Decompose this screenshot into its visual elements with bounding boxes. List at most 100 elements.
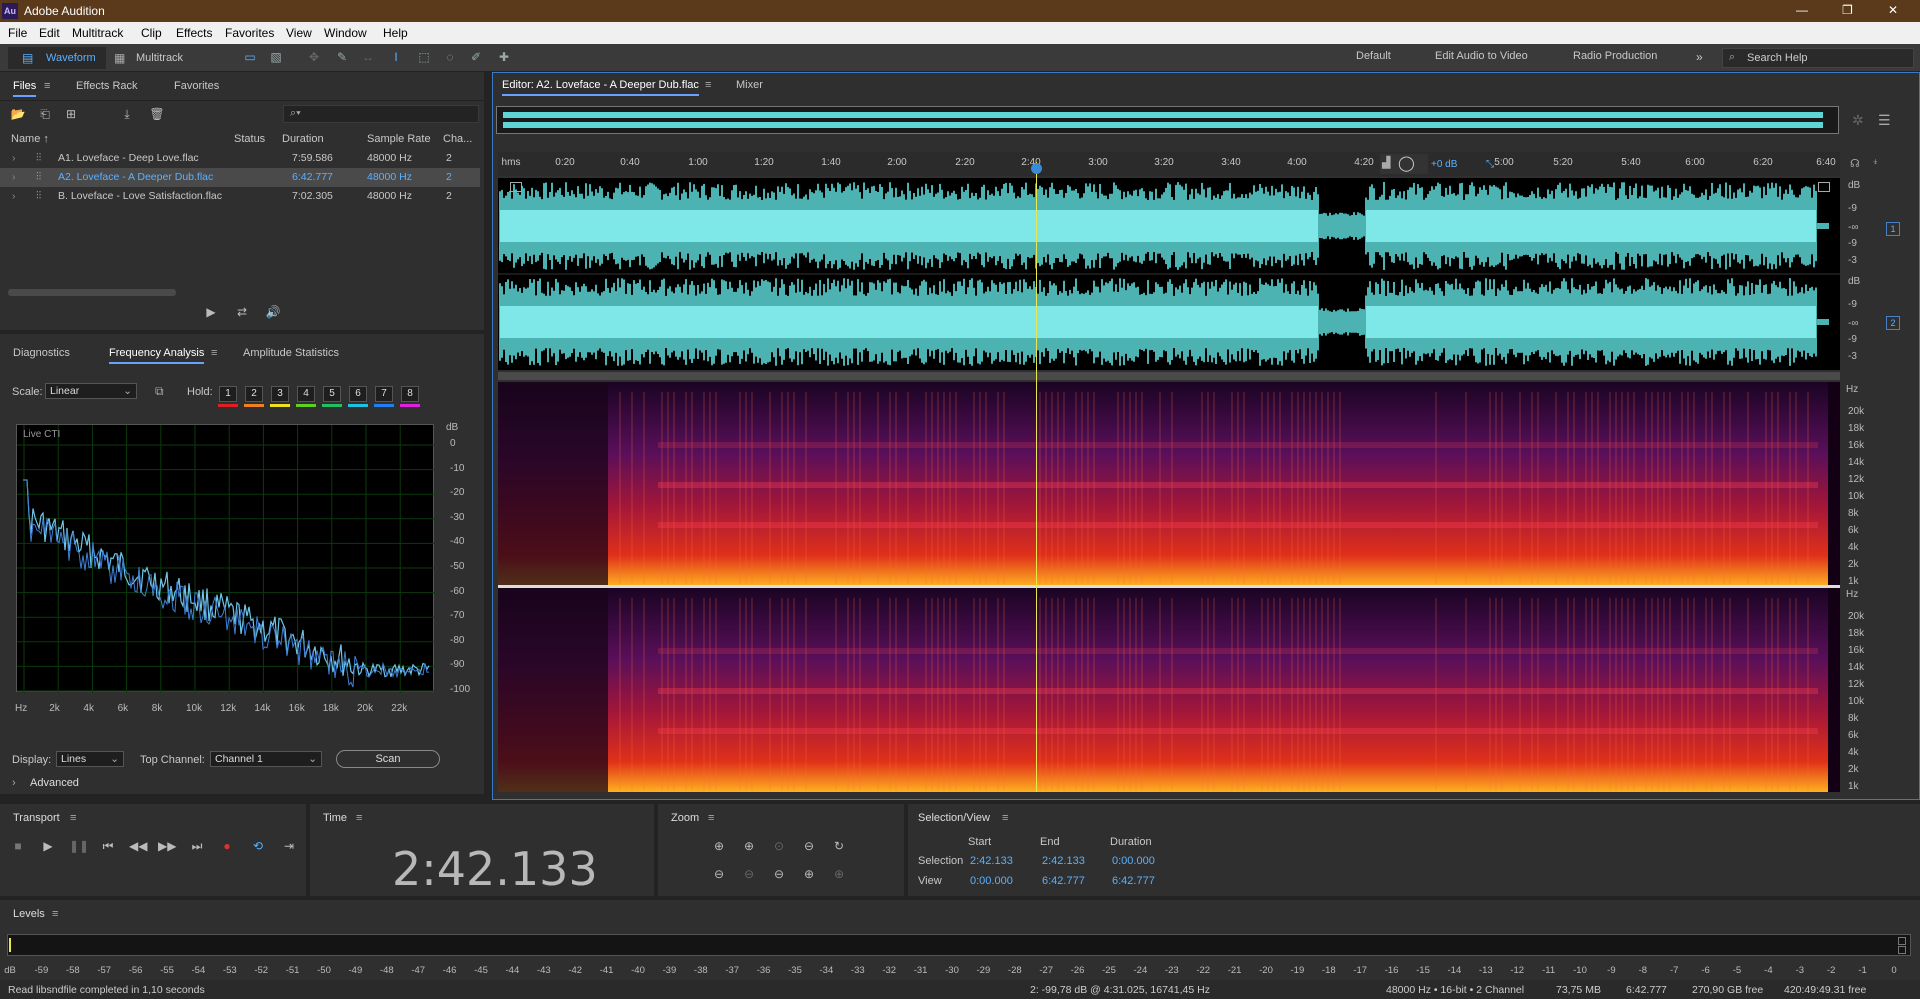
workspace-edit-audio-to-video[interactable]: Edit Audio to Video <box>1435 50 1528 62</box>
time-menu-icon[interactable]: ≡ <box>356 812 362 824</box>
menu-clip[interactable]: Clip <box>141 26 162 40</box>
tab-editor[interactable]: Editor: A2. Loveface - A Deeper Dub.flac <box>502 79 699 96</box>
open-append-icon[interactable]: ⎗ <box>36 106 54 122</box>
preview-loop-icon[interactable]: ⇄ <box>233 304 251 320</box>
column-duration[interactable]: Duration <box>282 133 324 145</box>
zoom-out-time-icon[interactable]: ⊖ <box>740 866 758 882</box>
zoom-in-amplitude-icon[interactable]: ⊕ <box>710 838 728 854</box>
rewind-icon[interactable]: ◀◀ <box>129 838 147 854</box>
go-to-end-icon[interactable]: ⏭ <box>188 838 206 854</box>
levels-menu-icon[interactable]: ≡ <box>52 908 58 920</box>
playhead-handle[interactable] <box>1031 163 1042 174</box>
file-row-selected[interactable]: › ⫶⫶ A2. Loveface - A Deeper Dub.flac 6:… <box>0 168 480 187</box>
open-file-icon[interactable]: 📂 <box>9 106 27 122</box>
tab-favorites[interactable]: Favorites <box>174 80 219 92</box>
selection-end-value[interactable]: 2:42.133 <box>1042 855 1085 867</box>
headphones-icon[interactable]: ☊ <box>1850 157 1860 170</box>
fast-forward-icon[interactable]: ▶▶ <box>158 838 176 854</box>
gain-hud[interactable]: ▟ ◯ <box>1380 154 1428 174</box>
transport-menu-icon[interactable]: ≡ <box>70 812 76 824</box>
waveform-display[interactable] <box>498 178 1840 370</box>
column-status[interactable]: Status <box>234 133 265 145</box>
zoom-navigator-icon[interactable]: ✲ <box>1852 112 1864 129</box>
hold-button-4[interactable]: 4 <box>297 386 315 402</box>
minimize-button[interactable]: — <box>1796 3 1808 17</box>
panel-options-icon[interactable]: ☰ <box>1878 112 1891 129</box>
zoom-in-right-icon[interactable]: ⊕ <box>800 866 818 882</box>
expand-chevron-icon[interactable]: › <box>12 190 16 202</box>
spectral-display[interactable] <box>498 382 1840 792</box>
hold-button-2[interactable]: 2 <box>245 386 263 402</box>
overview-navigator[interactable] <box>496 106 1839 134</box>
loop-icon[interactable]: ⟲ <box>249 838 267 854</box>
menu-effects[interactable]: Effects <box>176 26 212 40</box>
marquee-tool-icon[interactable]: ⬚ <box>416 50 432 64</box>
files-panel-menu-icon[interactable]: ≡ <box>44 80 50 92</box>
tab-effects-rack[interactable]: Effects Rack <box>76 80 138 92</box>
scale-select[interactable]: Linear ⌄ <box>45 383 137 399</box>
menu-multitrack[interactable]: Multitrack <box>72 26 123 40</box>
files-search-input[interactable]: ⌕▾ <box>283 105 479 123</box>
clip-indicator-right[interactable] <box>1898 946 1906 954</box>
hold-button-1[interactable]: 1 <box>219 386 237 402</box>
menu-help[interactable]: Help <box>383 26 408 40</box>
advanced-chevron-icon[interactable]: › <box>12 777 16 789</box>
skip-icon[interactable]: ⇥ <box>280 838 298 854</box>
close-file-icon[interactable]: 🗑 <box>148 106 166 122</box>
column-name[interactable]: Name ↑ <box>11 133 49 145</box>
tab-diagnostics[interactable]: Diagnostics <box>13 347 70 359</box>
gain-knob-icon[interactable]: ◯ <box>1398 154 1415 172</box>
top-channel-select[interactable]: Channel 1 ⌄ <box>210 751 322 767</box>
frequency-graph[interactable]: Live CTI <box>16 424 435 693</box>
hold-button-8[interactable]: 8 <box>401 386 419 402</box>
zoom-out-right-icon[interactable]: ⊕ <box>830 866 848 882</box>
channel-2-toggle[interactable]: 2 <box>1886 316 1900 330</box>
view-start-value[interactable]: 0:00.000 <box>970 875 1013 887</box>
menu-view[interactable]: View <box>286 26 312 40</box>
menu-favorites[interactable]: Favorites <box>225 26 274 40</box>
menu-file[interactable]: File <box>8 26 27 40</box>
go-to-start-icon[interactable]: ⏮ <box>99 838 117 854</box>
expand-icon[interactable] <box>510 182 522 192</box>
spectral-view-icon[interactable]: ▧ <box>268 50 284 64</box>
hold-button-3[interactable]: 3 <box>271 386 289 402</box>
files-horizontal-scrollbar[interactable] <box>8 289 176 296</box>
preview-autoplay-icon[interactable]: 🔊 <box>264 304 282 320</box>
tab-frequency-analysis[interactable]: Frequency Analysis <box>109 347 205 364</box>
preview-play-icon[interactable]: ▶ <box>202 304 220 320</box>
maximize-button[interactable]: ❐ <box>1842 3 1853 17</box>
waveform-button[interactable]: ▤ Waveform <box>8 47 106 69</box>
file-row[interactable]: › ⫶⫶ A1. Loveface - Deep Love.flac 7:59.… <box>0 149 484 168</box>
razor-tool-icon[interactable]: ✎ <box>334 50 350 64</box>
more-workspaces-icon[interactable]: » <box>1696 50 1703 64</box>
selection-start-value[interactable]: 2:42.133 <box>970 855 1013 867</box>
new-file-icon[interactable]: ⊞ <box>62 106 80 122</box>
zoom-in-left-icon[interactable]: ⊖ <box>800 838 818 854</box>
spot-healing-tool-icon[interactable]: ✚ <box>496 50 512 64</box>
multitrack-button[interactable]: ▦ Multitrack <box>112 47 198 69</box>
snap-icon[interactable]: ⤡ <box>1486 159 1494 170</box>
record-icon[interactable]: ● <box>218 838 236 854</box>
search-help-field[interactable]: ⌕ Search Help <box>1722 48 1914 68</box>
editor-menu-icon[interactable]: ≡ <box>705 79 711 91</box>
menu-window[interactable]: Window <box>324 26 367 40</box>
clip-indicator-left[interactable] <box>1898 937 1906 945</box>
workspace-default[interactable]: Default <box>1356 50 1391 62</box>
menu-edit[interactable]: Edit <box>39 26 60 40</box>
zoom-out-amplitude-icon[interactable]: ⊖ <box>710 866 728 882</box>
frequency-panel-menu-icon[interactable]: ≡ <box>211 347 217 359</box>
brush-tool-icon[interactable]: ✐ <box>468 50 484 64</box>
expand-chevron-icon[interactable]: › <box>12 171 16 183</box>
scan-button[interactable]: Scan <box>336 750 440 768</box>
advanced-toggle[interactable]: Advanced <box>30 777 79 789</box>
waveform-view-icon[interactable]: ▭ <box>242 50 258 64</box>
channel-1-toggle[interactable]: 1 <box>1886 222 1900 236</box>
hold-button-6[interactable]: 6 <box>349 386 367 402</box>
hold-button-7[interactable]: 7 <box>375 386 393 402</box>
view-duration-value[interactable]: 6:42.777 <box>1112 875 1155 887</box>
marker-icon[interactable]: ⍖ <box>1872 156 1879 169</box>
selection-duration-value[interactable]: 0:00.000 <box>1112 855 1155 867</box>
zoom-reset-icon[interactable]: ↻ <box>830 838 848 854</box>
display-select[interactable]: Lines ⌄ <box>56 751 124 767</box>
column-sample-rate[interactable]: Sample Rate <box>367 133 431 145</box>
